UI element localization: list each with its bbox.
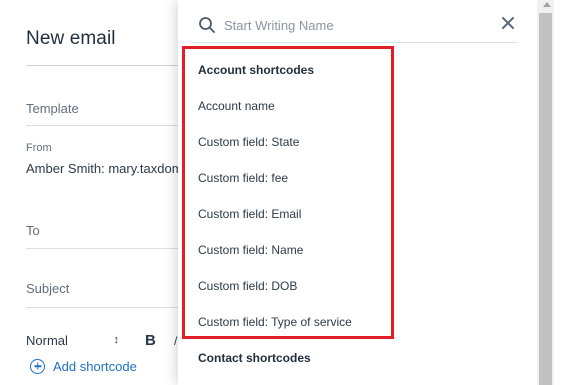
search-input[interactable] — [224, 15, 494, 35]
shortcode-account-name[interactable]: Account name — [198, 92, 352, 128]
subject-divider — [26, 307, 180, 308]
add-shortcode-label: Add shortcode — [53, 358, 137, 374]
shortcode-custom-field-dob[interactable]: Custom field: DOB — [198, 272, 352, 308]
template-divider — [26, 125, 180, 126]
text-format-value: Normal — [26, 333, 68, 348]
shortcode-custom-field-fee[interactable]: Custom field: fee — [198, 164, 352, 200]
scrollbar[interactable] — [537, 0, 574, 385]
plus-circle-icon — [30, 358, 45, 374]
account-shortcodes-header: Account shortcodes — [198, 63, 315, 77]
compose-email-panel: New email Template From Amber Smith: mar… — [0, 0, 180, 385]
scroll-up-arrow-icon[interactable] — [543, 2, 551, 7]
from-label: From — [26, 142, 52, 154]
title-divider — [26, 65, 180, 66]
close-icon[interactable] — [501, 16, 515, 30]
account-shortcodes-list: Account shortcodes Account name Custom f… — [198, 56, 352, 344]
shortcode-search-bar — [190, 8, 518, 43]
italic-button[interactable]: / — [174, 334, 177, 348]
shortcode-custom-field-state[interactable]: Custom field: State — [198, 128, 352, 164]
shortcode-custom-field-email[interactable]: Custom field: Email — [198, 200, 352, 236]
shortcode-custom-field-name[interactable]: Custom field: Name — [198, 236, 352, 272]
subject-field[interactable]: Subject — [26, 281, 69, 296]
page-gutter — [554, 0, 574, 385]
to-field[interactable]: To — [26, 223, 40, 238]
to-divider — [26, 248, 180, 249]
add-shortcode-button[interactable]: Add shortcode — [30, 357, 137, 375]
from-field[interactable]: Amber Smith: mary.taxdome — [26, 161, 180, 176]
template-field[interactable]: Template — [26, 101, 79, 116]
shortcode-custom-field-type-of-service[interactable]: Custom field: Type of service — [198, 308, 352, 344]
bold-button[interactable]: B — [145, 332, 156, 349]
shortcode-dropdown: Account shortcodes Account name Custom f… — [178, 0, 537, 385]
contact-shortcodes-header: Contact shortcodes — [198, 351, 311, 365]
page-title: New email — [26, 28, 116, 49]
chevron-up-down-icon: ↕ — [113, 334, 120, 346]
scrollbar-thumb[interactable] — [539, 13, 552, 385]
search-icon — [199, 17, 215, 33]
text-format-select[interactable]: Normal ↕ — [26, 333, 122, 351]
